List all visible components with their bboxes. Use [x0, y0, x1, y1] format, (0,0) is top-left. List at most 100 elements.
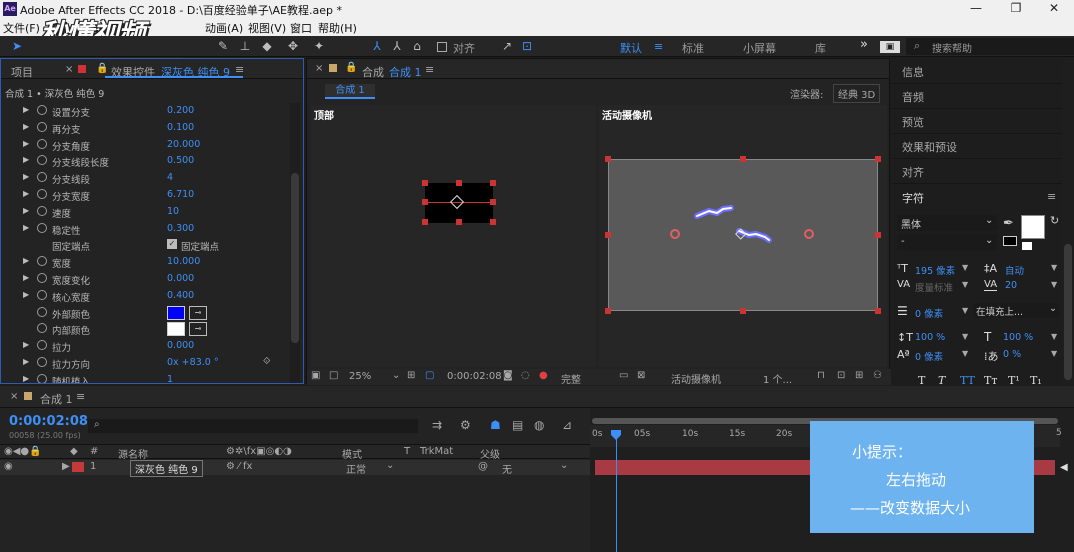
panel-menu-icon[interactable]: ≡ [235, 63, 244, 76]
reset-exposure-icon[interactable]: ⊡ [837, 370, 845, 381]
chevron-down-icon[interactable]: ▼ [1051, 280, 1057, 289]
layer-search-input[interactable]: ⌕ [88, 419, 418, 433]
eye-icon[interactable]: ◉ [4, 461, 13, 472]
tsume-value[interactable]: 0 % [1003, 349, 1021, 360]
property-row[interactable]: 外部颜色 ⊸ [1, 305, 291, 322]
help-search-input[interactable]: ⌕ 搜索帮助 [906, 38, 1074, 55]
stopwatch-icon[interactable] [37, 138, 47, 149]
vertical-scale-value[interactable]: 100 % [915, 332, 945, 343]
font-style-dropdown[interactable]: - ⌄ [897, 235, 997, 251]
views-dropdown[interactable]: 1 个... [763, 371, 792, 386]
baseline-shift-value[interactable]: 0 像素 [915, 349, 943, 363]
flowchart-icon[interactable]: ⊞ [855, 370, 863, 381]
property-row[interactable]: ▶ 分支线段长度 0.500 [1, 153, 291, 170]
zoom-dropdown[interactable]: 25% [349, 371, 371, 382]
chevron-down-icon[interactable]: ⌄ [386, 460, 394, 471]
font-family-dropdown[interactable]: 黑体 ⌄ [897, 215, 997, 231]
chevron-down-icon[interactable]: ▼ [962, 306, 968, 315]
shy-icon[interactable]: ☗ [490, 418, 501, 432]
close-button[interactable]: ✕ [1032, 0, 1074, 18]
stopwatch-icon[interactable] [37, 340, 47, 351]
panel-character[interactable]: 字符 [902, 190, 924, 206]
toggle-view-icon[interactable]: ⊓ [817, 370, 825, 381]
eraser-tool-icon[interactable]: ◆ [260, 39, 274, 53]
expand-arrow-icon[interactable]: ▶ [23, 256, 29, 265]
menu-view[interactable]: 视图(V) [248, 20, 286, 36]
camera-snapshot-icon[interactable]: ◙ [503, 370, 513, 381]
parent-header[interactable]: 父级 [480, 446, 500, 461]
camera-dropdown[interactable]: 活动摄像机 [671, 371, 721, 386]
property-value[interactable]: 10.000 [167, 256, 200, 267]
no-fill-icon[interactable] [1022, 242, 1032, 250]
expand-arrow-icon[interactable]: ▶ [23, 122, 29, 131]
close-tab-icon[interactable]: × [65, 64, 73, 75]
property-row[interactable]: ▶ 拉力 0.000 [1, 338, 291, 355]
region-icon[interactable]: ▭ [619, 370, 628, 381]
panel-menu-icon[interactable]: ≡ [76, 390, 85, 403]
selection-tool-icon[interactable]: ➤ [10, 39, 24, 53]
expand-arrow-icon[interactable]: ▶ [23, 357, 29, 366]
swap-colors-icon[interactable]: ↻ [1050, 214, 1059, 227]
lock-icon[interactable]: 🔒 [96, 63, 108, 74]
property-row[interactable]: ▶ 分支线段 4 [1, 170, 291, 187]
expand-arrow-icon[interactable]: ▶ [23, 139, 29, 148]
property-value[interactable]: 0.000 [167, 273, 194, 284]
stopwatch-icon[interactable] [37, 172, 47, 183]
tracking-value[interactable]: 20 [1005, 280, 1017, 291]
pick-whip-icon[interactable]: @ [478, 461, 488, 472]
black-white-swatch-icon[interactable] [1003, 236, 1017, 246]
property-row[interactable]: ▶ 随机植入 1 [1, 372, 291, 383]
show-snapshot-icon[interactable]: ◌ [521, 370, 530, 381]
eyedropper-icon[interactable]: ✒ [1003, 216, 1014, 231]
scrollbar-thumb[interactable] [1064, 244, 1072, 380]
stopwatch-icon[interactable] [37, 189, 47, 199]
property-row[interactable]: ▶ 宽度 10.000 [1, 254, 291, 271]
renderer-dropdown[interactable]: 经典 3D [833, 84, 881, 103]
panel-preview[interactable]: 预览 [902, 114, 924, 130]
expand-arrow-icon[interactable]: ▶ [23, 105, 29, 114]
chevron-down-icon[interactable]: ⌄ [392, 370, 400, 381]
horizontal-scale-value[interactable]: 100 % [1003, 332, 1033, 343]
eyedropper-icon[interactable]: ⊸ [189, 305, 207, 320]
expand-arrow-icon[interactable]: ▶ [23, 290, 29, 299]
expand-arrow-icon[interactable]: ▶ [23, 273, 29, 282]
chevron-down-icon[interactable]: ▼ [962, 332, 968, 341]
search-toggle-icon[interactable]: ▣ [880, 41, 900, 53]
layer-label-color[interactable] [72, 462, 84, 472]
source-name-header[interactable]: 源名称 [118, 446, 148, 461]
stopwatch-icon[interactable] [37, 256, 47, 267]
chevron-down-icon[interactable]: ▼ [1051, 349, 1057, 358]
property-value[interactable]: 0.500 [167, 155, 194, 166]
stopwatch-icon[interactable] [37, 105, 47, 115]
stopwatch-icon[interactable] [37, 357, 47, 367]
property-value[interactable]: 0.300 [167, 223, 194, 234]
close-tab-icon[interactable]: × [315, 63, 323, 74]
roto-brush-tool-icon[interactable]: ✥ [286, 39, 300, 53]
minimize-button[interactable]: — [954, 0, 998, 18]
view-axis-icon[interactable]: ⌂ [410, 39, 424, 53]
puppet-tool-icon[interactable]: ✦ [312, 39, 326, 53]
brush-tool-icon[interactable]: ✎ [216, 39, 230, 53]
font-size-value[interactable]: 195 像素 [915, 263, 955, 277]
scrollbar-thumb[interactable] [291, 173, 299, 343]
stopwatch-icon[interactable] [37, 273, 47, 283]
leading-value[interactable]: 自动 [1005, 263, 1024, 277]
stroke-mode-dropdown[interactable]: 在填充上... ⌄ [973, 303, 1059, 318]
playhead-line[interactable] [616, 432, 617, 552]
property-value[interactable]: 0.100 [167, 122, 194, 133]
color-channels-icon[interactable]: ● [539, 370, 548, 381]
fixed-endpoint-checkbox[interactable]: ✓ [167, 239, 177, 250]
property-row[interactable]: ▶ 分支宽度 6.710 [1, 187, 291, 204]
kerning-value[interactable]: 度量标准 [915, 280, 953, 294]
trkmat-header[interactable]: TrkMat [420, 446, 453, 457]
color-swatch[interactable] [167, 305, 185, 320]
menu-window[interactable]: 窗口 [290, 20, 312, 36]
mode-header[interactable]: 模式 [342, 446, 362, 461]
workspace-default[interactable]: 默认 [620, 40, 642, 56]
comp-mini-flowchart-icon[interactable]: ⇉ [432, 418, 442, 432]
property-row[interactable]: 内部颜色 ⊸ [1, 321, 291, 338]
stopwatch-icon[interactable] [37, 121, 47, 132]
workspace-small-screen[interactable]: 小屏幕 [743, 40, 776, 56]
chevron-down-icon[interactable]: ▼ [1051, 332, 1057, 341]
layer-row[interactable]: ◉ ▶ 1 深灰色 纯色 9 ⚙ ⁄ fx 正常 ⌄ @ 无 ⌄ [0, 460, 590, 477]
